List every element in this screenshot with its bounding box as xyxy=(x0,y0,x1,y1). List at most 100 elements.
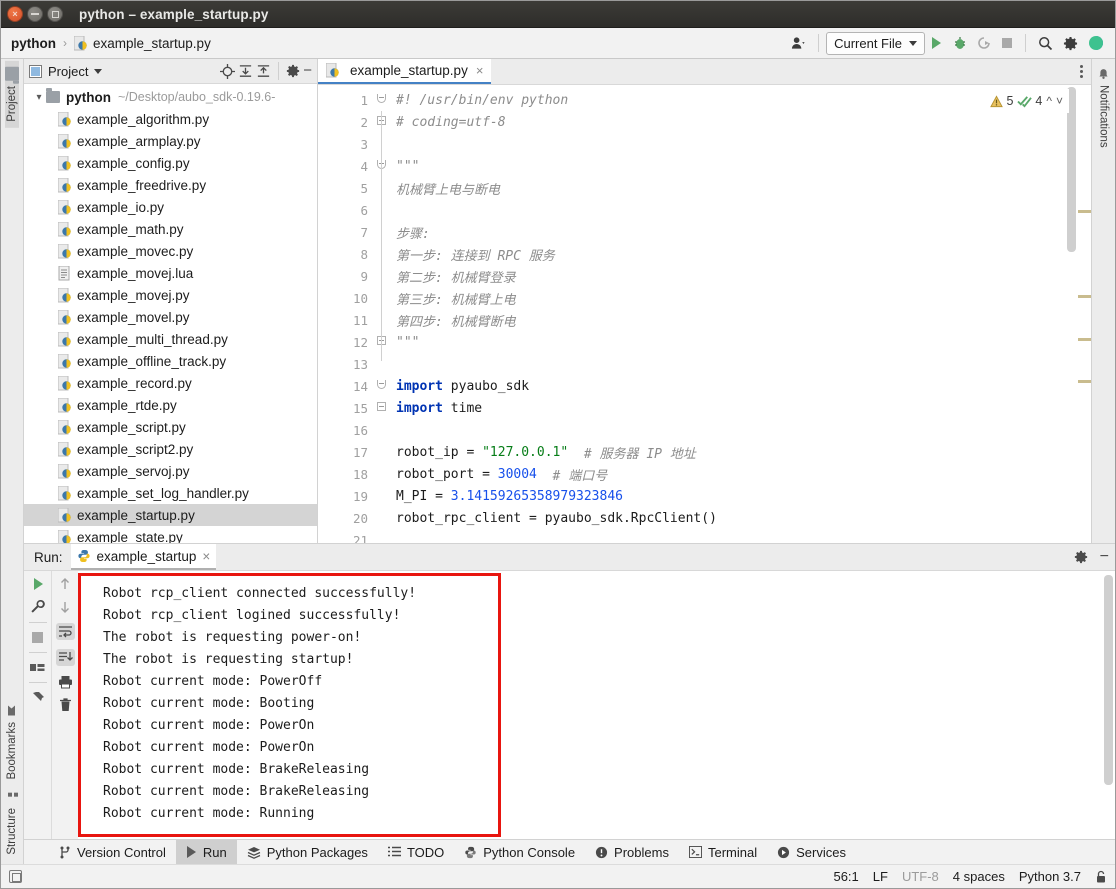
tree-row-file[interactable]: example_multi_thread.py xyxy=(24,328,317,350)
tree-row-file[interactable]: example_armplay.py xyxy=(24,130,317,152)
console-scrollbar-thumb[interactable] xyxy=(1104,575,1113,785)
wrench-icon[interactable] xyxy=(30,599,45,614)
scroll-down-icon[interactable] xyxy=(58,600,72,614)
gear-icon[interactable] xyxy=(286,64,300,78)
code-line[interactable]: M_PI = 3.14159265358979323846 xyxy=(390,485,1091,507)
expand-all-icon[interactable] xyxy=(238,64,253,79)
tree-row-file[interactable]: example_algorithm.py xyxy=(24,108,317,130)
window-minimize-button[interactable] xyxy=(27,6,43,22)
tool-window-button-terminal[interactable]: Terminal xyxy=(679,840,767,864)
tree-row-file[interactable]: example_script.py xyxy=(24,416,317,438)
rerun-icon[interactable] xyxy=(31,577,45,591)
code-line[interactable]: robot_port = 30004 # 端口号 xyxy=(390,463,1091,485)
tree-row-root[interactable]: ▾ python ~/Desktop/aubo_sdk-0.19.6- xyxy=(24,86,317,108)
run-console-output[interactable]: Robot rcp_client connected successfully!… xyxy=(78,573,501,837)
tree-row-file[interactable]: example_movec.py xyxy=(24,240,317,262)
layout-icon[interactable] xyxy=(30,661,45,674)
tree-row-file[interactable]: example_servoj.py xyxy=(24,460,317,482)
line-separator[interactable]: LF xyxy=(873,869,888,884)
run-with-coverage-button[interactable] xyxy=(972,31,996,55)
project-file-tree[interactable]: ▾ python ~/Desktop/aubo_sdk-0.19.6- exam… xyxy=(24,84,317,543)
scroll-to-end-icon[interactable] xyxy=(55,649,75,666)
code-line[interactable] xyxy=(390,199,1091,221)
tool-window-button-python-console[interactable]: Python Console xyxy=(454,840,585,864)
editor-scrollbar[interactable] xyxy=(1067,85,1076,543)
run-button[interactable] xyxy=(925,31,948,55)
run-tab-example-startup[interactable]: example_startup × xyxy=(70,544,217,570)
file-encoding[interactable]: UTF-8 xyxy=(902,869,939,884)
tree-row-file[interactable]: example_config.py xyxy=(24,152,317,174)
chevron-down-icon[interactable] xyxy=(94,68,103,74)
code-line[interactable] xyxy=(390,133,1091,155)
previous-problem-icon[interactable]: ^ xyxy=(1046,94,1052,108)
chevron-down-icon[interactable]: ▾ xyxy=(32,92,46,103)
code-line[interactable] xyxy=(390,529,1091,543)
stop-button[interactable] xyxy=(996,31,1018,55)
warning-count-badge[interactable]: 5 xyxy=(990,94,1013,108)
sidebar-item-structure[interactable]: Structure xyxy=(6,785,18,861)
fold-marker-slot[interactable] xyxy=(374,111,390,133)
sidebar-item-notifications[interactable]: Notifications xyxy=(1098,63,1110,153)
debug-button[interactable] xyxy=(948,31,972,55)
inspection-ok-badge[interactable]: 4 xyxy=(1017,94,1042,108)
user-icon[interactable] xyxy=(786,31,811,55)
tree-row-file[interactable]: example_io.py xyxy=(24,196,317,218)
fold-marker-slot[interactable] xyxy=(374,89,390,111)
tool-window-button-todo[interactable]: TODO xyxy=(378,840,454,864)
tree-row-file[interactable]: example_offline_track.py xyxy=(24,350,317,372)
tree-row-file[interactable]: example_movej.py xyxy=(24,284,317,306)
code-line[interactable]: import time xyxy=(390,397,1091,419)
window-close-button[interactable]: × xyxy=(7,6,23,22)
tool-window-button-problems[interactable]: Problems xyxy=(585,840,679,864)
run-configuration-selector[interactable]: Current File xyxy=(826,31,925,55)
fold-marker-slot[interactable] xyxy=(374,331,390,353)
breadcrumb-file[interactable]: example_startup.py xyxy=(93,36,211,51)
window-maximize-button[interactable] xyxy=(47,6,63,22)
layout-toggle-icon[interactable] xyxy=(9,870,22,883)
editor-tab-example-startup[interactable]: example_startup.py × xyxy=(318,59,492,84)
code-line[interactable]: """ xyxy=(390,155,1091,177)
tool-window-button-services[interactable]: Services xyxy=(767,840,856,864)
code-line[interactable]: 第二步: 机械臂登录 xyxy=(390,265,1091,287)
code-line[interactable]: import pyaubo_sdk xyxy=(390,375,1091,397)
search-icon[interactable] xyxy=(1033,31,1058,55)
editor-code[interactable]: #! /usr/bin/env python # coding=utf-8 """ 机… xyxy=(390,85,1091,543)
tree-row-file[interactable]: example_state.py xyxy=(24,526,317,543)
caret-position[interactable]: 56:1 xyxy=(833,869,858,884)
stop-icon[interactable] xyxy=(31,631,44,644)
code-line[interactable]: 第四步: 机械臂断电 xyxy=(390,309,1091,331)
close-icon[interactable]: × xyxy=(476,63,484,78)
code-line[interactable]: # coding=utf-8 xyxy=(390,111,1091,133)
editor-fold-column[interactable] xyxy=(374,85,390,543)
collapse-all-icon[interactable] xyxy=(256,64,271,79)
indent-setting[interactable]: 4 spaces xyxy=(953,869,1005,884)
next-problem-icon[interactable]: ˅ xyxy=(1056,94,1063,108)
fold-end-icon[interactable] xyxy=(377,402,386,411)
code-line[interactable]: #! /usr/bin/env python xyxy=(390,89,1091,111)
tree-row-file[interactable]: example_freedrive.py xyxy=(24,174,317,196)
fold-marker-slot[interactable] xyxy=(374,397,390,419)
fold-marker-slot[interactable] xyxy=(374,375,390,397)
tree-row-file[interactable]: example_math.py xyxy=(24,218,317,240)
tree-row-file[interactable]: example_script2.py xyxy=(24,438,317,460)
fold-collapse-icon[interactable] xyxy=(377,380,386,389)
code-line[interactable]: 第三步: 机械臂上电 xyxy=(390,287,1091,309)
tree-row-file[interactable]: example_record.py xyxy=(24,372,317,394)
code-line[interactable]: 第一步: 连接到 RPC 服务 xyxy=(390,243,1091,265)
editor-inspection-widget[interactable]: 5 4 ^ ˅ xyxy=(990,89,1069,113)
code-line[interactable] xyxy=(390,353,1091,375)
tool-window-button-python-packages[interactable]: Python Packages xyxy=(237,840,378,864)
locate-icon[interactable] xyxy=(220,63,236,79)
code-line[interactable] xyxy=(390,419,1091,441)
updates-icon[interactable] xyxy=(1083,31,1109,55)
tree-row-file[interactable]: example_movej.lua xyxy=(24,262,317,284)
tool-window-button-version-control[interactable]: Version Control xyxy=(49,840,176,864)
python-interpreter[interactable]: Python 3.7 xyxy=(1019,869,1081,884)
fold-marker-slot[interactable] xyxy=(374,155,390,177)
sidebar-item-project[interactable]: Project xyxy=(5,61,19,128)
lock-icon[interactable] xyxy=(1095,870,1107,884)
clear-all-icon[interactable] xyxy=(59,698,72,712)
breadcrumb-project[interactable]: python xyxy=(11,36,56,51)
tree-row-file[interactable]: example_rtde.py xyxy=(24,394,317,416)
tree-row-file[interactable]: example_movel.py xyxy=(24,306,317,328)
